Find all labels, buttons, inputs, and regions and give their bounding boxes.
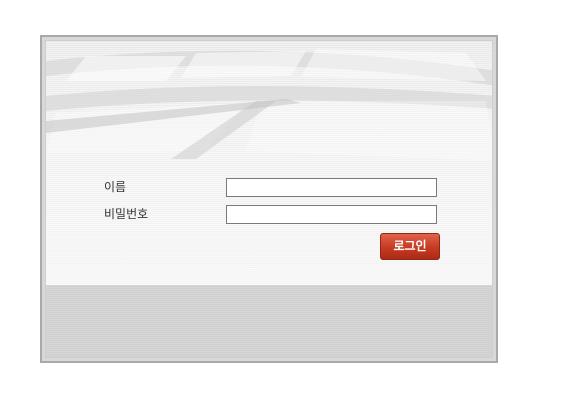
password-label: 비밀번호: [104, 207, 149, 221]
login-button[interactable]: 로그인: [380, 233, 440, 260]
username-label: 이름: [104, 180, 127, 194]
login-panel-inner: 이름 비밀번호 로그인: [45, 40, 493, 358]
login-panel: 이름 비밀번호 로그인: [40, 35, 498, 363]
footer-background: [46, 285, 492, 357]
password-input[interactable]: [226, 205, 437, 224]
username-input[interactable]: [226, 178, 437, 197]
